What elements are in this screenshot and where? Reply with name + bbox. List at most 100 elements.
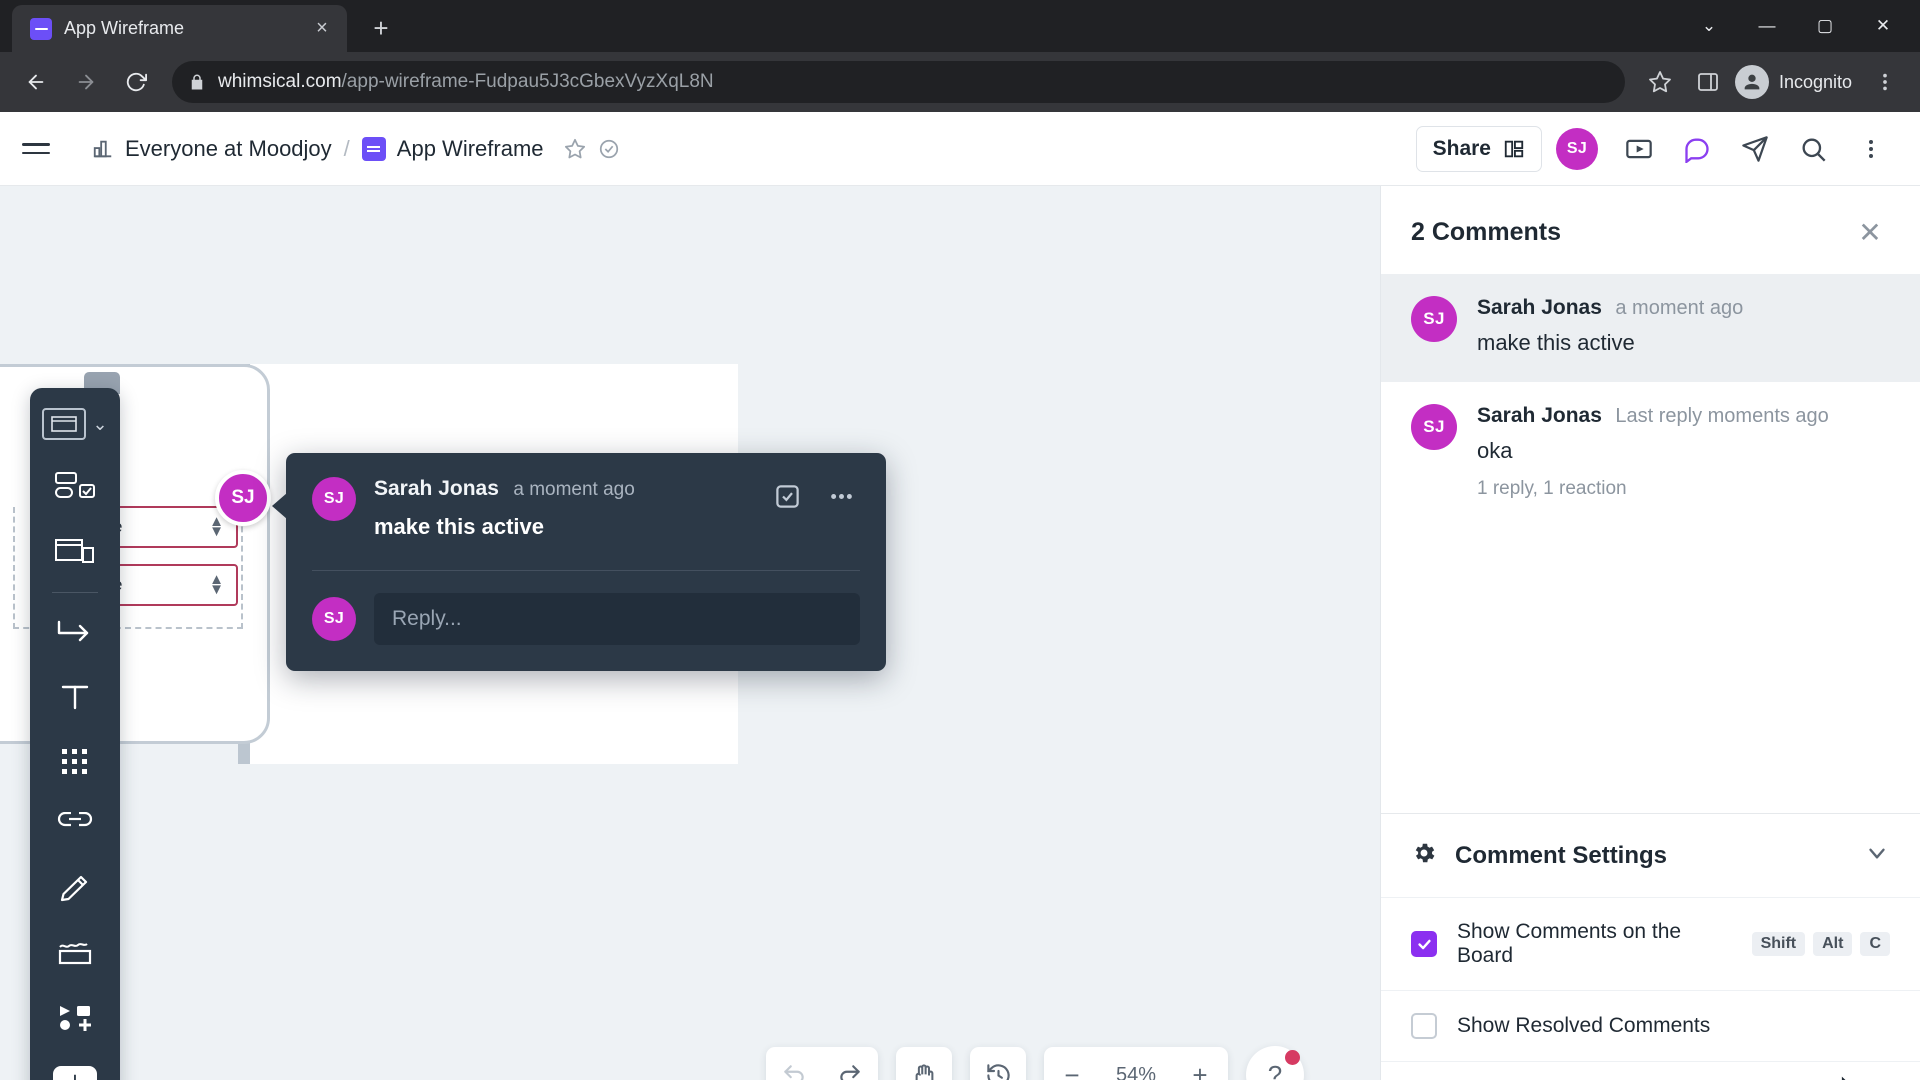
comment-thread-body: Sarah Jonas Last reply moments ago oka 1… (1477, 404, 1829, 500)
close-icon[interactable]: ✕ (1850, 212, 1890, 252)
tool-media-icon[interactable] (44, 987, 106, 1047)
reload-button[interactable] (114, 60, 158, 104)
workspace-icon (92, 138, 114, 160)
minimize-button[interactable]: — (1740, 6, 1794, 46)
notification-dot (1285, 1050, 1300, 1065)
tool-sticky-note-icon[interactable] (44, 923, 106, 983)
comment-pin[interactable]: SJ (215, 470, 271, 526)
check-circle-icon[interactable] (598, 138, 620, 160)
chevron-down-icon[interactable] (1864, 840, 1890, 871)
more-icon[interactable] (1844, 125, 1898, 173)
tool-window-icon[interactable] (44, 522, 106, 582)
breadcrumb-separator: / (343, 135, 350, 161)
tool-text-icon[interactable] (44, 667, 106, 727)
breadcrumb: Everyone at Moodjoy / App Wireframe (92, 136, 620, 162)
comments-panel: 2 Comments ✕ SJ Sarah Jonas a moment ago… (1380, 186, 1920, 1080)
zoom-out-button[interactable]: − (1044, 1047, 1100, 1080)
tool-rail-selected[interactable]: ⌄ (42, 400, 108, 454)
present-icon[interactable] (1612, 125, 1666, 173)
incognito-indicator[interactable]: Incognito (1734, 65, 1858, 99)
address-bar[interactable]: whimsical.com/app-wireframe-Fudpau5J3cGb… (172, 61, 1625, 103)
tool-link-icon[interactable] (44, 795, 106, 855)
hamburger-menu-icon[interactable] (22, 127, 66, 171)
history-undo-group (766, 1047, 878, 1080)
comment-thread-body: Sarah Jonas a moment ago make this activ… (1477, 296, 1743, 356)
forward-button[interactable] (64, 60, 108, 104)
ellipsis-icon[interactable] (822, 477, 860, 515)
browser-chrome: App Wireframe × + ⌄ — ▢ ✕ whimsical.com/… (0, 0, 1920, 112)
tool-ui-controls-icon[interactable] (44, 458, 106, 518)
resolve-check-icon[interactable] (768, 477, 806, 515)
close-tab-icon[interactable]: × (309, 16, 335, 42)
comment-timestamp: a moment ago (1615, 297, 1744, 319)
help-button[interactable]: ? (1246, 1046, 1304, 1080)
stepper-icon: ▲ ▼ (209, 512, 224, 540)
undo-button[interactable] (766, 1047, 822, 1080)
tool-grid-icon[interactable] (44, 731, 106, 791)
setting-show-comments-on-board[interactable]: Show Comments on the Board Shift Alt C (1381, 897, 1920, 990)
breadcrumb-file[interactable]: App Wireframe (361, 135, 544, 162)
browser-menu-icon[interactable] (1864, 61, 1906, 103)
tab-title: App Wireframe (64, 18, 185, 38)
setting-show-resolved-comments[interactable]: Show Resolved Comments (1381, 990, 1920, 1061)
comment-author: Sarah Jonas (1477, 296, 1602, 319)
history-icon[interactable] (970, 1047, 1026, 1080)
new-tab-button[interactable]: + (361, 8, 401, 48)
side-panel-icon[interactable] (1687, 61, 1729, 103)
zoom-group: − 54% + (1044, 1047, 1228, 1080)
shortcut-key: Alt (1813, 932, 1853, 956)
checkbox-unchecked-icon[interactable] (1411, 1013, 1437, 1039)
redo-button[interactable] (822, 1047, 878, 1080)
comment-thread[interactable]: SJ Sarah Jonas Last reply moments ago ok… (1381, 382, 1920, 526)
comment-popup-actions (768, 477, 860, 515)
back-button[interactable] (14, 60, 58, 104)
search-icon[interactable] (1786, 125, 1840, 173)
hand-icon[interactable] (896, 1047, 952, 1080)
tool-add-icon[interactable]: + (44, 1051, 106, 1080)
comment-reply-count[interactable]: 1 reply, 1 reaction (1477, 478, 1829, 500)
url-domain: whimsical.com (218, 71, 342, 92)
canvas-workspace[interactable]: ose one ▲▼ ose one ▲▼ SJ SJ Sarah Jonas … (0, 186, 1920, 1080)
wireframe-icon (42, 408, 87, 440)
avatar: SJ (312, 477, 356, 521)
bottom-toolbar: − 54% + ? (766, 1046, 1304, 1080)
tool-arrow-icon[interactable] (44, 603, 106, 663)
chevron-down-icon[interactable]: ⌄ (92, 414, 107, 435)
comment-settings-header[interactable]: Comment Settings (1381, 814, 1920, 897)
comment-settings-title: Comment Settings (1455, 841, 1668, 869)
comments-panel-header: 2 Comments ✕ (1381, 186, 1920, 274)
tool-pencil-icon[interactable] (44, 859, 106, 919)
gear-icon (1411, 840, 1437, 871)
reply-input[interactable]: Reply... (374, 593, 860, 645)
share-button[interactable]: Share (1415, 125, 1542, 172)
incognito-avatar-icon (1734, 65, 1769, 99)
comments-list: SJ Sarah Jonas a moment ago make this ac… (1381, 274, 1920, 813)
tab-strip: App Wireframe × + ⌄ — ▢ ✕ (0, 0, 1920, 52)
comment-text: make this active (1477, 330, 1635, 355)
bookmark-star-icon[interactable] (1639, 61, 1681, 103)
maximize-button[interactable]: ▢ (1798, 6, 1852, 46)
checkbox-checked-icon[interactable] (1411, 931, 1437, 957)
favorite-star-icon[interactable] (564, 138, 586, 160)
avatar[interactable]: SJ (1556, 127, 1598, 170)
comments-icon[interactable] (1670, 125, 1724, 173)
share-board-icon (1504, 140, 1524, 157)
comment-thread[interactable]: SJ Sarah Jonas a moment ago make this ac… (1381, 274, 1920, 382)
stepper-icon: ▲ ▼ (209, 570, 224, 598)
send-icon[interactable] (1728, 125, 1782, 173)
help-label: ? (1267, 1059, 1283, 1080)
chevron-down-icon[interactable]: ⌄ (1682, 6, 1736, 46)
zoom-level-label[interactable]: 54% (1100, 1047, 1172, 1080)
zoom-in-button[interactable]: + (1172, 1047, 1228, 1080)
avatar: SJ (1411, 296, 1457, 342)
url-path: /app-wireframe-Fudpau5J3cGbexVyzXqL8N (341, 71, 714, 92)
close-window-button[interactable]: ✕ (1856, 6, 1910, 46)
browser-tab[interactable]: App Wireframe × (12, 5, 347, 52)
comment-reply-row: SJ Reply... (312, 593, 860, 645)
comment-popup[interactable]: SJ Sarah Jonas a moment ago make this ac… (272, 453, 886, 671)
breadcrumb-workspace[interactable]: Everyone at Moodjoy (92, 136, 332, 162)
breadcrumb-file-label: App Wireframe (396, 135, 544, 161)
comment-text: oka (1477, 438, 1513, 463)
shortcut-key: Shift (1751, 932, 1806, 956)
setting-label: Show Resolved Comments (1457, 1014, 1711, 1037)
